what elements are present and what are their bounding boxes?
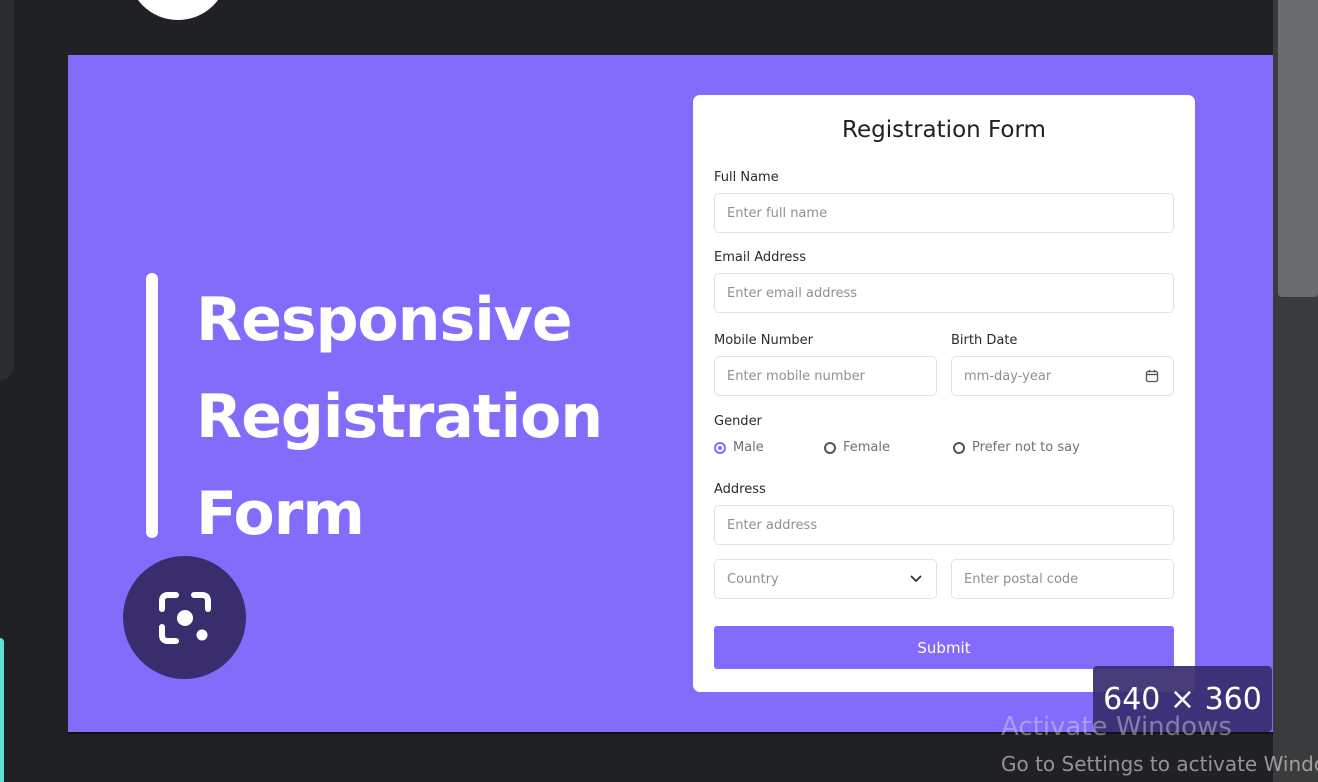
chevron-down-icon <box>910 575 922 582</box>
mobile-label: Mobile Number <box>714 333 813 348</box>
gender-options: Male Female Prefer not to say <box>714 440 1174 456</box>
address-label: Address <box>714 482 766 497</box>
birth-date-label: Birth Date <box>951 333 1018 348</box>
mobile-field[interactable] <box>714 356 937 396</box>
form-title: Registration Form <box>842 117 1046 143</box>
left-accent-strip <box>0 638 4 782</box>
hero-accent-bar <box>146 273 158 538</box>
registration-form: Registration Form Full Name Email Addres… <box>693 95 1195 692</box>
calendar-icon[interactable] <box>1145 369 1159 383</box>
hero-line-1: Responsive <box>196 285 573 355</box>
gender-male-radio[interactable]: Male <box>714 440 764 455</box>
full-name-field[interactable] <box>714 193 1174 233</box>
gender-male-label: Male <box>733 440 764 455</box>
radio-indicator <box>953 441 965 454</box>
address-input[interactable] <box>727 517 1161 533</box>
gender-female-radio[interactable]: Female <box>824 440 890 455</box>
left-panel-edge <box>0 0 14 380</box>
avatar[interactable] <box>128 0 228 20</box>
postal-code-field[interactable] <box>951 559 1174 599</box>
camera-lens-icon <box>158 591 211 644</box>
birth-date-field[interactable] <box>951 356 1174 396</box>
email-field[interactable] <box>714 273 1174 313</box>
mobile-input[interactable] <box>727 368 924 384</box>
hero-line-3: Form <box>196 479 365 549</box>
email-input[interactable] <box>727 285 1161 301</box>
radio-indicator <box>714 441 726 454</box>
scrollbar-thumb[interactable] <box>1278 0 1318 297</box>
full-name-label: Full Name <box>714 170 779 185</box>
hero-heading: Responsive Registration Form <box>196 272 696 563</box>
google-lens-button[interactable] <box>123 556 246 679</box>
postal-code-input[interactable] <box>964 571 1161 587</box>
hero-line-2: Registration <box>196 382 603 452</box>
preview-image[interactable]: Responsive Registration Form Registratio… <box>68 55 1273 732</box>
image-size-badge: 640 × 360 <box>1093 666 1272 732</box>
email-label: Email Address <box>714 250 806 265</box>
bottom-panel <box>68 732 1273 782</box>
gender-prefer-not-label: Prefer not to say <box>972 440 1080 455</box>
birth-date-input[interactable] <box>964 368 1161 384</box>
gender-female-label: Female <box>843 440 891 455</box>
radio-indicator <box>824 441 836 454</box>
country-select[interactable]: Country <box>714 559 937 599</box>
address-field[interactable] <box>714 505 1174 545</box>
full-name-input[interactable] <box>727 205 1161 221</box>
gender-label: Gender <box>714 414 762 429</box>
submit-button[interactable]: Submit <box>714 626 1174 669</box>
gender-prefer-not-radio[interactable]: Prefer not to say <box>953 440 1080 455</box>
country-select-value: Country <box>727 571 779 587</box>
